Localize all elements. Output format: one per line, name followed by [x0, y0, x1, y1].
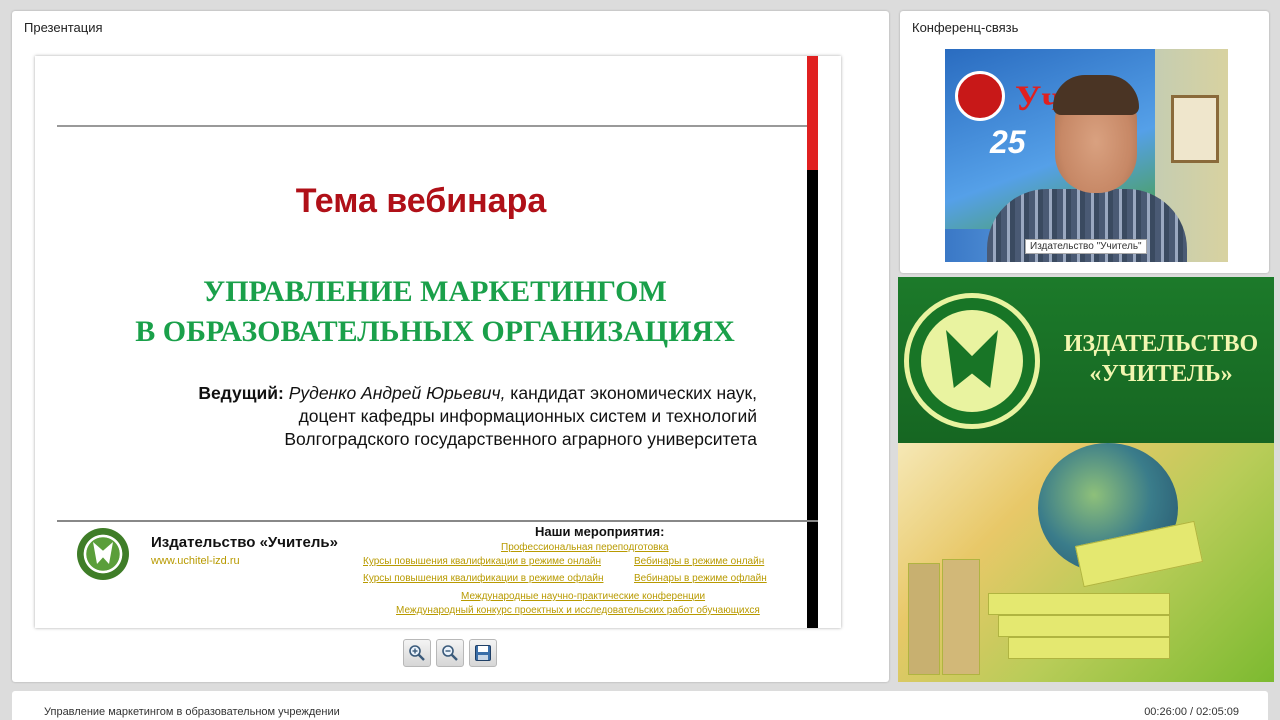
- event-link[interactable]: Курсы повышения квалификации в режиме он…: [363, 556, 601, 567]
- banner-photo: [898, 443, 1274, 682]
- book-image: [1008, 637, 1170, 659]
- webinar-title: Управление маркетингом в образовательном…: [44, 706, 340, 718]
- host-degree: кандидат экономических наук,: [505, 383, 757, 403]
- events-title: Наши мероприятия:: [535, 524, 665, 539]
- video-banner-number: 25: [990, 124, 1026, 160]
- zoom-out-button[interactable]: [436, 639, 464, 667]
- book-image: [942, 559, 980, 675]
- slide-subtitle: УПРАВЛЕНИЕ МАРКЕТИНГОМ В ОБРАЗОВАТЕЛЬНЫХ…: [35, 272, 835, 352]
- banner-title-line2: «УЧИТЕЛЬ»: [1089, 361, 1233, 387]
- book-image: [908, 563, 940, 675]
- presentation-slide: Тема вебинара УПРАВЛЕНИЕ МАРКЕТИНГОМ В О…: [35, 56, 841, 628]
- publisher-banner: ИЗДАТЕЛЬСТВО «УЧИТЕЛЬ»: [898, 277, 1274, 682]
- conference-panel: Конференц-связь Учи 25 Издательство "Учи…: [900, 11, 1269, 273]
- zoom-in-icon: [409, 645, 425, 661]
- banner-title-line1: ИЗДАТЕЛЬСТВО: [1063, 331, 1259, 357]
- slide-title: Тема вебинара: [295, 182, 547, 220]
- book-image: [988, 593, 1170, 615]
- host-university: Волгоградского государственного аграрног…: [284, 429, 757, 449]
- book-image: [998, 615, 1170, 637]
- event-link[interactable]: Вебинары в режиме онлайн: [634, 556, 764, 567]
- conference-panel-title: Конференц-связь: [912, 20, 1019, 35]
- playback-time: 00:26:00 / 02:05:09: [1144, 706, 1239, 718]
- host-name: Руденко Андрей Юрьевич,: [288, 383, 506, 403]
- slide-publisher-name: Издательство «Учитель»: [151, 534, 338, 551]
- webcam-video[interactable]: Учи 25 Издательство "Учитель": [945, 49, 1228, 262]
- event-link[interactable]: Вебинары в режиме офлайн: [634, 573, 767, 584]
- slide-publisher-url[interactable]: www.uchitel-izd.ru: [151, 555, 240, 567]
- video-caption: Издательство "Учитель": [1025, 239, 1147, 254]
- host-position: доцент кафедры информационных систем и т…: [298, 406, 757, 426]
- floppy-disk-icon: [475, 645, 491, 661]
- slide-accent-black: [807, 170, 818, 628]
- slide-divider-bottom: [57, 520, 818, 522]
- zoom-in-button[interactable]: [403, 639, 431, 667]
- event-link[interactable]: Международный конкурс проектных и исслед…: [396, 605, 760, 616]
- slide-subtitle-line1: УПРАВЛЕНИЕ МАРКЕТИНГОМ: [203, 275, 667, 308]
- video-wall-frame: [1171, 95, 1219, 163]
- presentation-panel: Презентация Тема вебинара УПРАВЛЕНИЕ МАР…: [12, 11, 889, 682]
- banner-title: ИЗДАТЕЛЬСТВО «УЧИТЕЛЬ»: [1048, 329, 1274, 389]
- slide-subtitle-line2: В ОБРАЗОВАТЕЛЬНЫХ ОРГАНИЗАЦИЯХ: [135, 315, 735, 348]
- video-banner-logo: [955, 71, 1005, 121]
- slide-accent-red: [807, 56, 818, 170]
- event-link[interactable]: Курсы повышения квалификации в режиме оф…: [363, 573, 603, 584]
- banner-header: ИЗДАТЕЛЬСТВО «УЧИТЕЛЬ»: [898, 277, 1274, 443]
- publisher-logo: [77, 528, 129, 580]
- zoom-out-icon: [442, 645, 458, 661]
- host-label: Ведущий:: [198, 383, 284, 403]
- event-link[interactable]: Международные научно-практические конфер…: [461, 591, 705, 602]
- presentation-panel-title: Презентация: [24, 20, 103, 35]
- banner-logo-emblem: [921, 310, 1023, 412]
- player-footer: Управление маркетингом в образовательном…: [12, 691, 1268, 720]
- save-button[interactable]: [469, 639, 497, 667]
- presenter-hair: [1053, 75, 1139, 115]
- slide-host-info: Ведущий: Руденко Андрей Юрьевич, кандида…: [198, 382, 757, 451]
- banner-logo: [904, 293, 1040, 429]
- slide-divider-top: [57, 125, 807, 127]
- event-link[interactable]: Профессиональная переподготовка: [501, 542, 669, 553]
